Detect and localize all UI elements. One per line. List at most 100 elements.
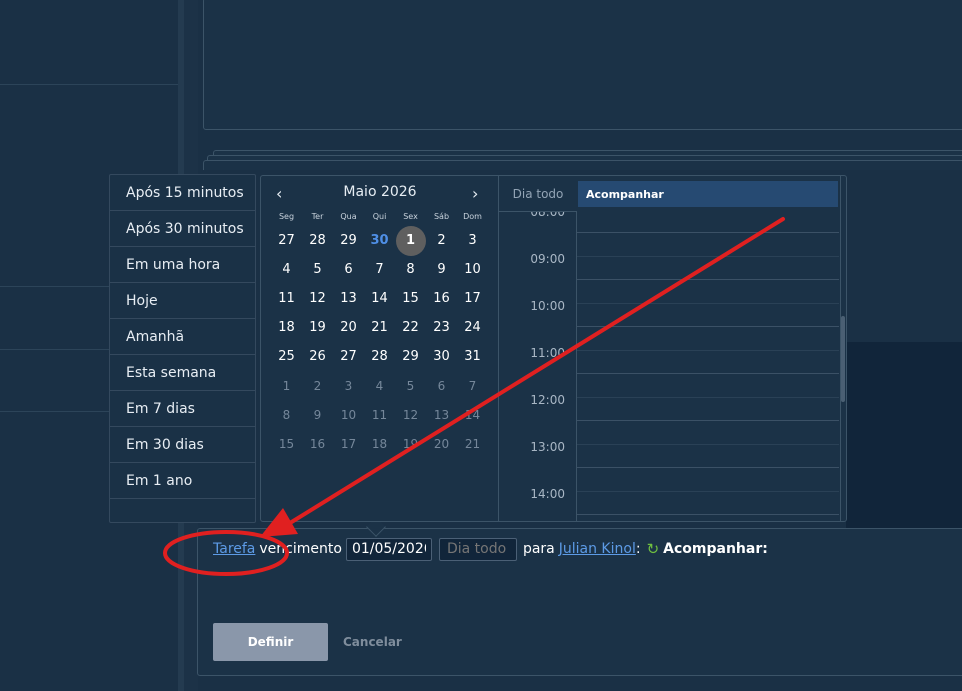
time-label: 10:00 [530, 299, 565, 313]
calendar-day[interactable]: 10 [457, 255, 488, 284]
define-button[interactable]: Definir [213, 623, 328, 661]
calendar-day-next-month[interactable]: 1 [271, 371, 302, 400]
calendar-day[interactable]: 16 [426, 284, 457, 313]
quick-option-1-year[interactable]: Em 1 ano [110, 463, 255, 499]
calendar-day-next-month[interactable]: 16 [302, 429, 333, 458]
month-calendar: Maio 2026 ‹ › Seg Ter Qua Qui Sex Sáb Dom 27 28… [261, 176, 499, 521]
calendar-day[interactable]: 7 [364, 255, 395, 284]
calendar-day[interactable]: 3 [457, 226, 488, 255]
calendar-day[interactable]: 12 [302, 284, 333, 313]
calendar-day-selected[interactable]: 1 [395, 225, 426, 256]
calendar-day[interactable]: 28 [364, 342, 395, 371]
weekday-label: Qui [372, 212, 387, 221]
time-label: 09:00 [530, 252, 565, 266]
calendar-day[interactable]: 30 [426, 342, 457, 371]
calendar-day[interactable]: 15 [395, 284, 426, 313]
calendar-day-next-month[interactable]: 4 [364, 371, 395, 400]
calendar-day[interactable]: 5 [302, 255, 333, 284]
task-due-row: Tarefa vencimento para Julian Kinol : ↻ … [213, 537, 768, 561]
calendar-day[interactable]: 27 [333, 342, 364, 371]
calendar-day[interactable]: 18 [271, 313, 302, 342]
quick-option-15-min[interactable]: Após 15 minutos [110, 175, 255, 211]
calendar-day-next-month[interactable]: 18 [364, 429, 395, 458]
all-day-input[interactable] [438, 537, 517, 561]
calendar-day[interactable]: 19 [302, 313, 333, 342]
hour-slot-line [577, 420, 839, 421]
calendar-day-next-month[interactable]: 5 [395, 371, 426, 400]
chevron-right-icon[interactable]: › [472, 184, 478, 203]
calendar-day[interactable]: 21 [364, 313, 395, 342]
calendar-day[interactable]: 29 [395, 342, 426, 371]
calendar-day[interactable]: 13 [333, 284, 364, 313]
calendar-day[interactable]: 27 [271, 226, 302, 255]
calendar-day[interactable]: 26 [302, 342, 333, 371]
quick-option-1-hour[interactable]: Em uma hora [110, 247, 255, 283]
background-dark-panel [846, 342, 962, 530]
calendar-day-next-month[interactable]: 11 [364, 400, 395, 429]
time-label: 14:00 [530, 487, 565, 501]
calendar-day-next-month[interactable]: 2 [302, 371, 333, 400]
calendar-day-next-month[interactable]: 9 [302, 400, 333, 429]
calendar-day[interactable]: 29 [333, 226, 364, 255]
weekday-label: Seg [278, 212, 295, 221]
refresh-icon[interactable]: ↻ [647, 540, 660, 558]
hour-slot-line [577, 467, 839, 468]
colon-separator: : [635, 541, 641, 557]
quick-option-30-min[interactable]: Após 30 minutos [110, 211, 255, 247]
calendar-day-next-month[interactable]: 21 [457, 429, 488, 458]
quick-option-7-days[interactable]: Em 7 dias [110, 391, 255, 427]
time-label: 08:00 [530, 212, 565, 219]
calendar-day-next-month[interactable]: 7 [457, 371, 488, 400]
calendar-day-next-month[interactable]: 20 [426, 429, 457, 458]
stacked-panel-edge [203, 160, 962, 170]
calendar-day-next-month[interactable]: 3 [333, 371, 364, 400]
follow-label: Acompanhar: [663, 541, 768, 557]
hour-slot-line [577, 232, 839, 233]
assignee-link[interactable]: Julian Kinol [559, 541, 636, 557]
quick-option-this-week[interactable]: Esta semana [110, 355, 255, 391]
calendar-day-next-month[interactable]: 12 [395, 400, 426, 429]
task-link[interactable]: Tarefa [213, 541, 255, 557]
calendar-day[interactable]: 24 [457, 313, 488, 342]
cancel-button[interactable]: Cancelar [343, 623, 402, 661]
quick-option-tomorrow[interactable]: Amanhã [110, 319, 255, 355]
calendar-day-next-month[interactable]: 17 [333, 429, 364, 458]
timeline[interactable]: 08:00 09:00 10:00 11:00 12:00 13:00 14:00 [499, 212, 839, 521]
half-hour-slot-line [577, 350, 839, 351]
calendar-day[interactable]: 8 [395, 255, 426, 284]
schedule-scrollbar-thumb[interactable] [841, 316, 845, 402]
calendar-day[interactable]: 31 [457, 342, 488, 371]
calendar-day[interactable]: 14 [364, 284, 395, 313]
calendar-day-next-month[interactable]: 15 [271, 429, 302, 458]
time-label: 13:00 [530, 440, 565, 454]
calendar-day[interactable]: 20 [333, 313, 364, 342]
calendar-day-today[interactable]: 30 [364, 226, 395, 255]
weekday-label: Ter [311, 212, 324, 221]
time-label: 12:00 [530, 393, 565, 407]
calendar-day-next-month[interactable]: 19 [395, 429, 426, 458]
chevron-left-icon[interactable]: ‹ [276, 184, 282, 203]
calendar-day[interactable]: 2 [426, 226, 457, 255]
calendar-day[interactable]: 17 [457, 284, 488, 313]
calendar-day-next-month[interactable]: 10 [333, 400, 364, 429]
calendar-day-next-month[interactable]: 8 [271, 400, 302, 429]
calendar-day[interactable]: 4 [271, 255, 302, 284]
calendar-day-next-month[interactable]: 6 [426, 371, 457, 400]
calendar-day[interactable]: 23 [426, 313, 457, 342]
calendar-day-next-month[interactable]: 13 [426, 400, 457, 429]
calendar-day[interactable]: 9 [426, 255, 457, 284]
quick-option-today[interactable]: Hoje [110, 283, 255, 319]
weekday-header: Seg Ter Qua Qui Sex Sáb Dom [271, 212, 488, 221]
calendar-day[interactable]: 25 [271, 342, 302, 371]
month-title: Maio 2026 [343, 184, 417, 200]
day-schedule: Dia todo Acompanhar 08:00 09:00 10:00 11:00… [499, 176, 846, 521]
quick-option-30-days[interactable]: Em 30 dias [110, 427, 255, 463]
calendar-day-next-month[interactable]: 14 [457, 400, 488, 429]
calendar-day[interactable]: 11 [271, 284, 302, 313]
calendar-day[interactable]: 22 [395, 313, 426, 342]
weekday-label: Sáb [433, 212, 450, 221]
half-hour-slot-line [577, 491, 839, 492]
calendar-day[interactable]: 6 [333, 255, 364, 284]
calendar-day[interactable]: 28 [302, 226, 333, 255]
due-date-input[interactable] [345, 537, 432, 561]
